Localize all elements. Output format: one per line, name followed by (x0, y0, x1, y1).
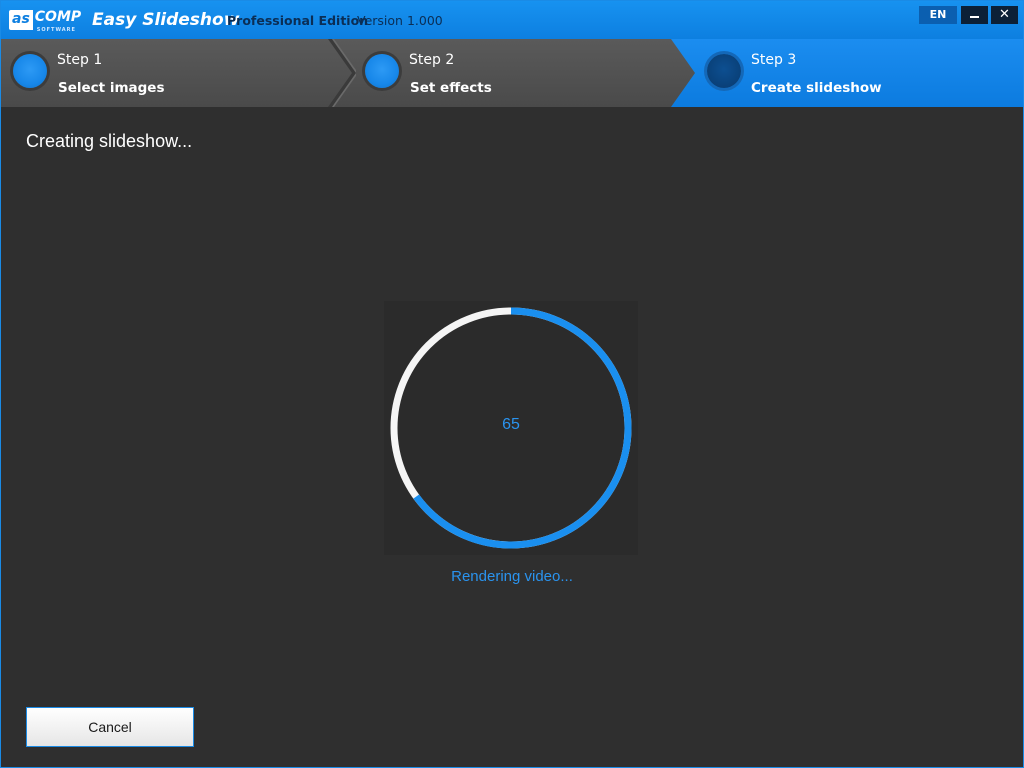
step-1[interactable]: Step 1 Select images (1, 39, 356, 107)
status-title: Creating slideshow... (26, 131, 193, 151)
minimize-icon (970, 16, 979, 18)
ascomp-logo: as COMP SOFTWARE (9, 10, 83, 33)
step-1-indicator (13, 54, 47, 88)
language-button[interactable]: EN (919, 6, 957, 24)
step-separator-1 (328, 39, 356, 107)
step-3[interactable]: Step 3 Create slideshow (671, 39, 1023, 107)
step-1-number: Step 1 (57, 52, 103, 68)
step-1-name: Select images (58, 80, 165, 96)
main-content: Creating slideshow... 65 Rendering video… (1, 107, 1023, 767)
logo-subtext: SOFTWARE (36, 27, 76, 33)
step-2-name: Set effects (410, 80, 492, 96)
edition-label: Professional Edition (227, 13, 369, 28)
step-3-name: Create slideshow (751, 80, 882, 96)
logo-mark: as (9, 10, 33, 30)
step-2[interactable]: Step 2 Set effects (353, 39, 683, 107)
progress-caption: Rendering video... (451, 568, 573, 585)
close-button[interactable]: ✕ (991, 6, 1018, 24)
progress-number: 65 (502, 416, 520, 433)
progress-value: 65 (1, 415, 1023, 435)
app-title: Easy Slideshow (92, 10, 240, 30)
step-2-number: Step 2 (409, 52, 455, 68)
step-3-number: Step 3 (751, 52, 797, 68)
title-bar[interactable]: as COMP SOFTWARE Easy Slideshow Professi… (1, 1, 1023, 39)
close-icon: ✕ (999, 7, 1010, 22)
step-2-indicator (365, 54, 399, 88)
version-label: Version 1.000 (357, 13, 443, 28)
step-3-indicator (707, 54, 741, 88)
cancel-button[interactable]: Cancel (26, 707, 194, 747)
app-window: as COMP SOFTWARE Easy Slideshow Professi… (0, 0, 1024, 768)
wizard-steps: Step 1 Select images Step 2 Set effects … (1, 39, 1023, 107)
minimize-button[interactable] (961, 6, 988, 24)
logo-text: COMP SOFTWARE (33, 10, 83, 33)
